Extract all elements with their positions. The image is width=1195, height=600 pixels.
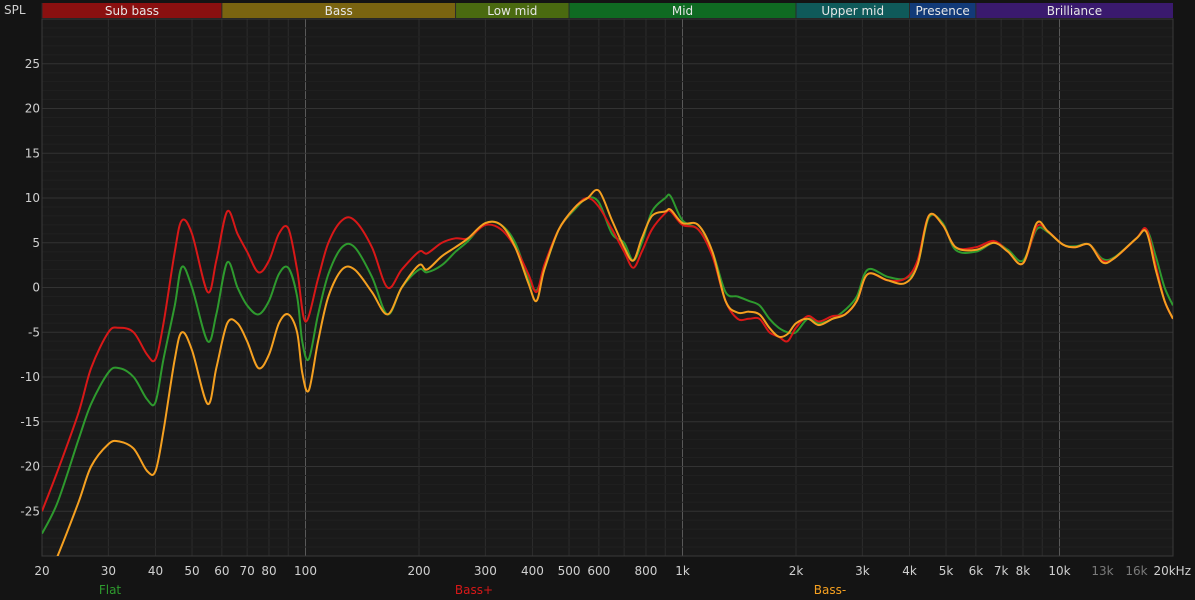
legend-item-bass-: Bass- <box>814 583 846 597</box>
x-tick-label: 80 <box>261 564 276 578</box>
x-tick-label: 30 <box>101 564 116 578</box>
x-tick-label: 800 <box>635 564 658 578</box>
x-tick-label: 20 <box>34 564 49 578</box>
band-label-2: Low mid <box>487 4 537 18</box>
frequency-response-chart: SPL Sub bass Bass Low mid Mid Upper mid Prese… <box>4 3 1191 597</box>
legend-item-bass-: Bass+ <box>455 583 493 597</box>
x-tick-label: 300 <box>474 564 497 578</box>
x-tick-label: 40 <box>148 564 163 578</box>
x-tick-label: 3k <box>855 564 870 578</box>
x-tick-label: 600 <box>587 564 610 578</box>
x-tick-label: 20kHz <box>1153 564 1191 578</box>
x-tick-label: 1k <box>675 564 690 578</box>
x-tick-label: 100 <box>294 564 317 578</box>
band-label-1: Bass <box>325 4 353 18</box>
x-tick-label: 60 <box>214 564 229 578</box>
band-label-3: Mid <box>672 4 693 18</box>
y-tick-label: -20 <box>20 460 40 474</box>
y-axis-label: SPL <box>4 3 26 17</box>
x-tick-label: 400 <box>521 564 544 578</box>
band-label-0: Sub bass <box>105 4 159 18</box>
x-tick-label: 4k <box>902 564 917 578</box>
y-tick-label: 15 <box>25 146 40 160</box>
y-tick-label: 25 <box>25 57 40 71</box>
x-tick-label: 10k <box>1048 564 1070 578</box>
band-label-4: Upper mid <box>821 4 884 18</box>
y-tick-label: -15 <box>20 415 40 429</box>
frequency-bands: Sub bass Bass Low mid Mid Upper mid Presence B… <box>41 3 1173 18</box>
y-tick-label: 0 <box>32 281 40 295</box>
x-tick-label: 13k <box>1091 564 1113 578</box>
x-tick-label: 70 <box>239 564 254 578</box>
y-tick-label: -5 <box>28 325 40 339</box>
x-tick-label: 50 <box>184 564 199 578</box>
x-tick-label: 6k <box>969 564 984 578</box>
legend-item-flat: Flat <box>99 583 122 597</box>
x-tick-label: 500 <box>558 564 581 578</box>
y-axis-ticks: -25 -20 -15 -10 -5 0 5 10 15 20 25 <box>20 57 40 519</box>
x-tick-label: 2k <box>789 564 804 578</box>
x-axis-ticks: 20 30 40 50 60 70 80 100 200 300 400 500 600 800 1k 2k 3… <box>34 564 1191 578</box>
x-tick-label: 200 <box>408 564 431 578</box>
x-tick-label: 5k <box>939 564 954 578</box>
x-tick-label: 7k <box>994 564 1009 578</box>
y-tick-label: 20 <box>25 102 40 116</box>
y-tick-label: -10 <box>20 370 40 384</box>
y-tick-label: 10 <box>25 191 40 205</box>
band-label-5: Presence <box>916 4 970 18</box>
legend: Flat Bass+ Bass- <box>99 583 846 597</box>
y-tick-label: 5 <box>32 236 40 250</box>
x-tick-label: 16k <box>1125 564 1147 578</box>
y-tick-label: -25 <box>20 504 40 518</box>
band-label-6: Brilliance <box>1047 4 1102 18</box>
x-tick-label: 8k <box>1016 564 1031 578</box>
